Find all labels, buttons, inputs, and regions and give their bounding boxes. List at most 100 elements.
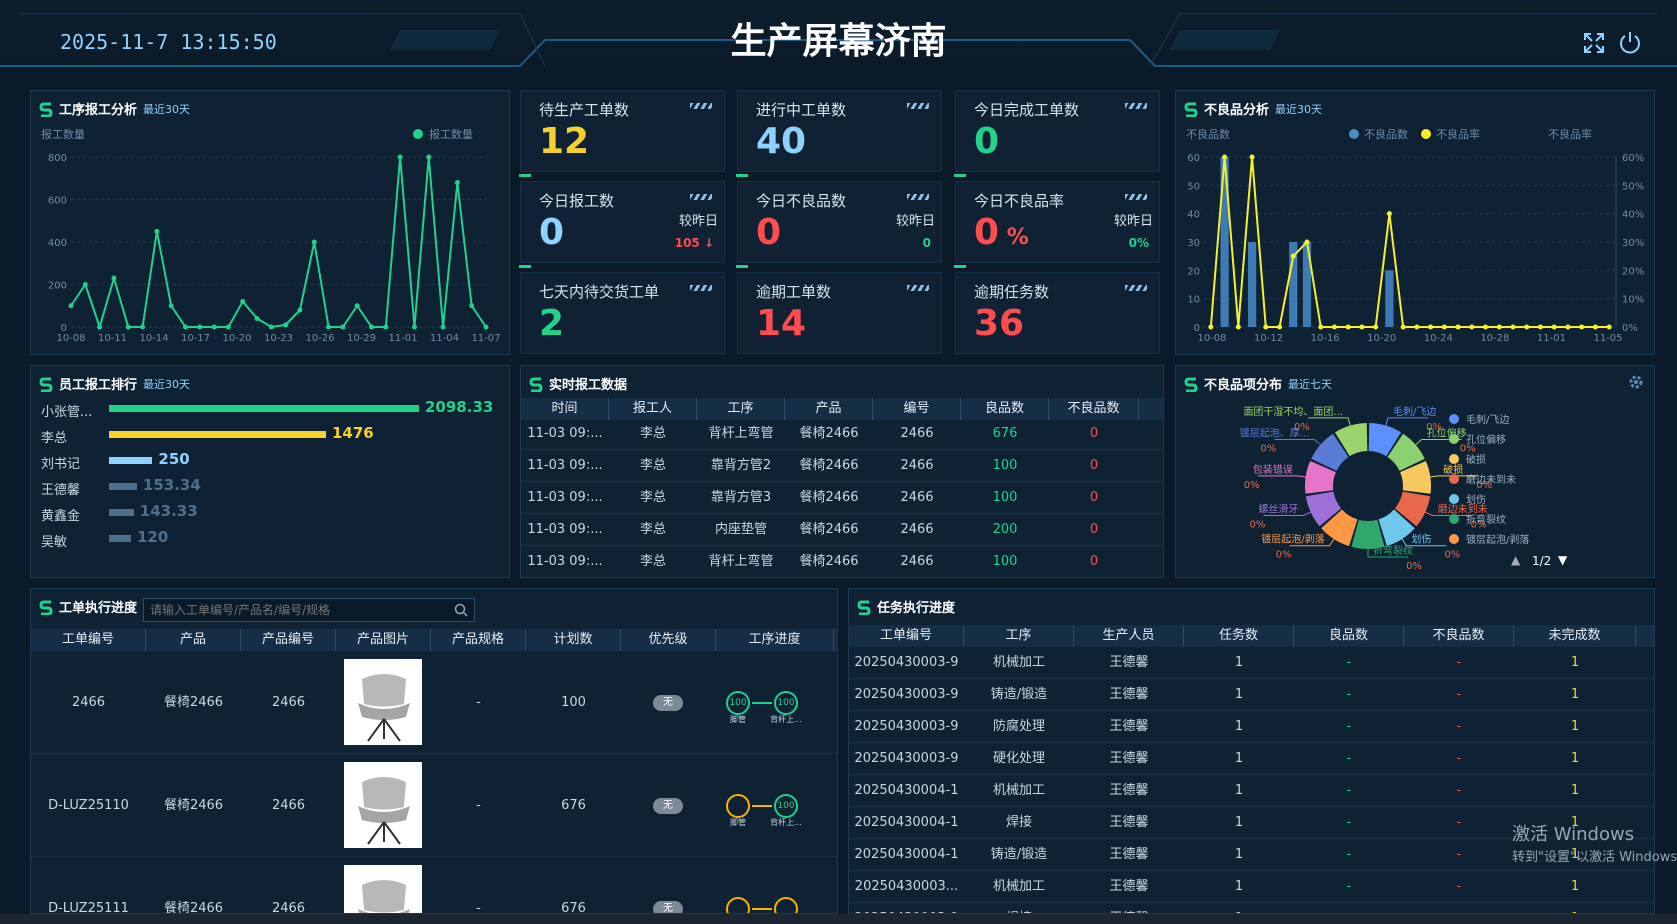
task-progress-panel: 任务执行进度 工单编号 工序 生产人员 任务数 良品数 不良品数 未完成数 202504300…	[848, 588, 1655, 914]
table-cell: 2466	[900, 522, 934, 537]
card-tick	[519, 174, 531, 177]
table-cell: 王德馨	[1109, 783, 1149, 798]
table-cell: 2466	[71, 695, 106, 710]
rank-bar	[109, 535, 131, 542]
table-header: 时间 报工人 工序 产品 编号 良品数 不良品数	[521, 398, 1163, 420]
data-point	[168, 303, 174, 309]
table-cell: 防腐处理	[992, 719, 1045, 734]
process-report-chart: 报工数量 报工数量020040060080010-08 10-11 10-14 10-1…	[41, 127, 501, 344]
bar	[1385, 270, 1394, 327]
pager-prev-icon[interactable]: ▲	[1511, 553, 1520, 567]
table-cell: 背杆上弯管	[708, 554, 774, 569]
pager-text: 1/2	[1532, 554, 1552, 568]
table-cell: -	[1456, 751, 1462, 766]
legend-label: 破损	[1466, 453, 1486, 466]
work-progress-panel: 工单执行进度 工单编号产品产品编号产品图片产品规格计划数优先级工序进度 2466 餐…	[30, 588, 838, 914]
table-cell: 0	[1089, 490, 1099, 505]
x-tick-label: 10-24	[1424, 333, 1453, 344]
step-circle	[726, 794, 750, 818]
stat-card: 今日不良品率 0 % 较昨日 0%	[954, 181, 1160, 268]
data-point	[211, 324, 217, 330]
stat-label: 逾期工单数	[756, 283, 832, 301]
header-cell: 优先级	[621, 629, 716, 651]
y2-tick-label: 10%	[1622, 295, 1644, 306]
employee-rank-panel: 员工报工排行 最近30天 小张管... 2098.33 李总 1476 刘书记 250 王德…	[30, 365, 510, 578]
table-cell: 1	[1570, 783, 1580, 798]
product-image	[336, 857, 431, 913]
stripe-icon	[907, 285, 929, 291]
data-point	[82, 282, 88, 287]
x-tick-label: 10-14	[139, 333, 168, 344]
stat-card: 待生产工单数 12	[519, 90, 725, 177]
compare-label: 较昨日	[678, 214, 718, 229]
step-label: 脚管	[730, 715, 746, 724]
table-cell: 20250430004-1	[854, 815, 959, 830]
x-tick-label: 10-28	[1480, 333, 1509, 344]
compare-label: 较昨日	[1113, 214, 1153, 229]
x-tick-label: 11-01	[388, 333, 417, 344]
rate-point	[1496, 324, 1502, 330]
compare-value: 0	[922, 236, 931, 250]
pager-next-icon[interactable]: ▼	[1558, 553, 1567, 567]
data-point	[411, 324, 417, 330]
table-cell: -	[476, 695, 481, 710]
table-cell: 11-03 09:...	[527, 490, 603, 505]
defect-dist-chart: 毛刺/飞边 0% 孔位偏移 0% 破损 0% 磨边未到未 0% 划伤 0% 折弯裂纹 0% 镀层起泡/剥…	[1240, 406, 1530, 572]
table-cell: 20250430003-9	[854, 655, 959, 670]
rate-point	[1441, 324, 1447, 330]
search-input[interactable]	[144, 599, 444, 621]
data-point	[369, 324, 375, 330]
fullscreen-icon[interactable]	[1583, 32, 1605, 54]
stat-label: 七天内待交货工单	[539, 283, 660, 301]
y-tick-label: 200	[48, 281, 67, 292]
s-icon	[529, 377, 543, 392]
table-cell: 李总	[639, 426, 666, 441]
slice-label: 折弯裂纹	[1373, 544, 1413, 557]
taskbar	[0, 914, 1677, 924]
x-tick-label: 11-04	[430, 333, 459, 344]
table-cell: 王德馨	[1074, 903, 1184, 913]
stripe-icon	[690, 194, 712, 200]
table-cell: 2466	[900, 458, 934, 473]
power-icon[interactable]	[1618, 30, 1642, 54]
table-cell: 1	[1570, 879, 1580, 894]
y2-tick-label: 60%	[1622, 153, 1644, 164]
step-connector	[752, 805, 772, 807]
panel-subtitle: 最近30天	[143, 102, 191, 116]
y2-tick-label: 0%	[1622, 323, 1638, 334]
table-cell: 靠背方管2	[710, 458, 772, 473]
search-icon[interactable]	[454, 602, 468, 621]
data-point	[469, 303, 475, 309]
stat-label: 进行中工单数	[756, 101, 847, 119]
rank-bar	[109, 431, 326, 438]
data-point	[311, 239, 317, 245]
table-cell: -	[1346, 687, 1352, 702]
rate-point	[1359, 324, 1365, 330]
stat-value: 0 %	[974, 212, 1029, 253]
header-cell: 产品	[146, 629, 241, 651]
table-cell: 1	[1234, 815, 1244, 830]
table-cell: 餐椅2466	[163, 695, 224, 710]
s-icon	[39, 600, 53, 615]
data-point	[283, 322, 289, 328]
data-point	[454, 180, 460, 185]
table-cell: 100	[561, 695, 586, 710]
s-icon	[39, 102, 53, 117]
panel-title: 员工报工排行	[59, 378, 138, 393]
gear-icon[interactable]	[1628, 374, 1644, 390]
header-cell: 工序进度	[716, 629, 834, 651]
table-cell: 20250430004-1	[854, 783, 959, 798]
stat-label: 今日报工数	[539, 192, 615, 210]
data-point	[383, 324, 389, 330]
y-tick-label: 60	[1187, 153, 1200, 164]
y2-tick-label: 40%	[1622, 210, 1644, 221]
table-row: 11-03 09:... 李总 背杆上弯管 餐椅2466 2466 100 0	[521, 546, 1163, 577]
legend-dot	[1449, 514, 1459, 524]
data-point	[426, 154, 432, 160]
table-cell: -	[1346, 879, 1352, 894]
table-cell: 11-03 09:...	[527, 554, 603, 569]
table-cell: 20250430003...	[854, 879, 959, 894]
rate-point	[1510, 324, 1516, 330]
priority-cell: 无	[621, 754, 716, 856]
s-icon	[857, 600, 871, 615]
